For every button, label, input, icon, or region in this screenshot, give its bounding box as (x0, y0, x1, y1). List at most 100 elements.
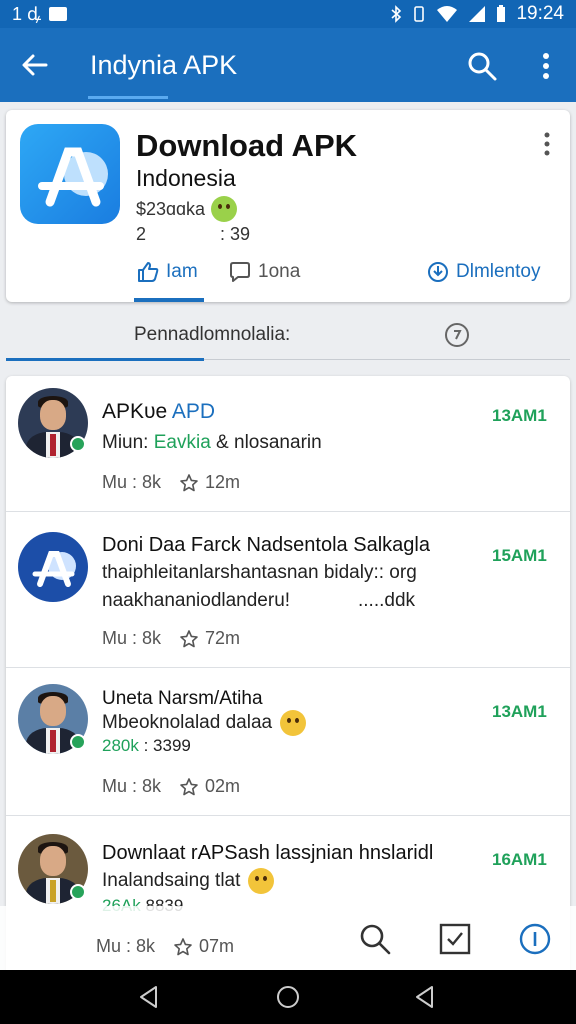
post-time: 15AM1 (492, 546, 547, 565)
star-icon[interactable] (173, 937, 193, 957)
post-stat-views: Mu : 8k (102, 472, 162, 492)
post-title: Downlaat rAPSash lassjnian hnslaridl (102, 842, 434, 864)
post-stat-time: 07m (199, 936, 235, 956)
app-stats: 2 : 39 (136, 224, 250, 245)
download-label: Dlmlentoy (456, 261, 541, 282)
post-stats: Mu : 8k 07m (96, 936, 234, 957)
post-text-part: Inalandsaing tlat (102, 870, 241, 891)
post-text-part: & nlosanarin (210, 432, 322, 453)
section-tab-indicator (6, 358, 204, 361)
post-text-part: Mbeoknolalad dalaa (102, 712, 273, 733)
status-bar: 1 ꝱ 19:24 (0, 0, 576, 28)
post-text: Miun: Eavkia & nlosanarin (102, 432, 322, 454)
post-text-part: Miun: (102, 432, 154, 453)
post-title: Doni Daa Farck Nadsentola Salkagla (102, 534, 430, 556)
like-button[interactable]: Iam (136, 260, 198, 284)
thumbs-up-icon (138, 262, 159, 282)
download-icon (428, 262, 448, 282)
emoji-icon (248, 868, 275, 894)
app-stats-left: 2 (136, 224, 147, 244)
search-icon[interactable] (358, 922, 392, 956)
app-store-icon (20, 124, 120, 224)
app-meta-text: $23ɑɑka (136, 198, 206, 219)
post-text-part: : 3399 (143, 736, 191, 755)
post-item[interactable]: Uneta Narsm/Atiha Mbeoknolalad dalaa 280… (6, 668, 570, 816)
bluetooth-icon (391, 5, 402, 23)
post-title-part: APKᴜe (102, 400, 168, 423)
post-text-part: naakhananiodlanderu! (102, 590, 291, 611)
star-icon[interactable] (179, 629, 199, 649)
post-stat-time: 12m (205, 472, 241, 492)
nav-back-icon[interactable] (136, 984, 162, 1010)
comment-button[interactable]: 1ona (228, 260, 300, 284)
status-left-text: 1 ꝱ (12, 4, 42, 24)
post-text-highlight: 280k (102, 736, 139, 755)
app-bar-title: Indynia APK (90, 50, 238, 80)
post-feed: APKᴜe APD Miun: Eavkia & nlosanarin 13AM… (6, 376, 570, 976)
star-icon[interactable] (179, 777, 199, 797)
verified-badge-icon (70, 734, 86, 750)
verified-badge-icon (70, 884, 86, 900)
like-label: Iam (166, 261, 198, 282)
active-action-indicator (134, 298, 204, 302)
bottom-action-bar: Mu : 8k 07m (0, 906, 576, 970)
app-stats-right: : 39 (220, 224, 251, 244)
nav-home-icon[interactable] (275, 984, 301, 1010)
post-item[interactable]: Doni Daa Farck Nadsentola Salkagla thaip… (6, 512, 570, 668)
post-text-part: .....ddk (358, 590, 416, 611)
signal-icon (469, 6, 486, 22)
app-header-card: Download APK Indonesia $23ɑɑka 2 : 39 Ia… (6, 110, 570, 302)
post-title: APKᴜe APD (102, 400, 215, 424)
post-time: 13AM1 (492, 406, 547, 425)
info-circle-icon[interactable] (444, 322, 470, 348)
post-stat-time: 72m (205, 628, 241, 648)
star-icon[interactable] (179, 473, 199, 493)
wifi-icon (437, 6, 458, 22)
post-stat-views: Mu : 8k (102, 776, 162, 796)
section-tab-bar: Pennadlomnolalia: (6, 310, 570, 362)
post-text-highlight: Eavkia (153, 432, 211, 453)
emoji-icon (280, 710, 307, 736)
nav-recents-icon[interactable] (412, 984, 438, 1010)
post-time: 16AM1 (492, 850, 547, 869)
post-stats: Mu : 8k 02m (102, 776, 240, 797)
system-nav-bar (0, 970, 576, 1024)
post-text: 280k : 3399 (102, 736, 191, 756)
comment-icon (230, 262, 250, 282)
search-icon[interactable] (466, 50, 498, 82)
card-menu-icon[interactable] (538, 130, 556, 158)
checkbox-icon[interactable] (438, 922, 472, 956)
post-title-highlight: APD (167, 400, 216, 423)
post-stats: Mu : 8k 12m (102, 472, 240, 493)
status-time: 19:24 (516, 3, 564, 24)
back-arrow-icon[interactable] (18, 48, 52, 82)
app-subtitle: Indonesia (136, 165, 236, 191)
vibrate-icon (414, 6, 425, 22)
section-divider (204, 359, 570, 360)
post-item[interactable]: APKᴜe APD Miun: Eavkia & nlosanarin 13AM… (6, 376, 570, 512)
download-button[interactable]: Dlmlentoy (426, 260, 540, 284)
app-meta: $23ɑɑka (136, 196, 238, 222)
post-title: Uneta Narsm/Atiha (102, 688, 263, 709)
app-title: Download APK (136, 128, 358, 163)
post-time: 13AM1 (492, 702, 547, 721)
battery-icon (497, 5, 506, 22)
notification-icon (49, 7, 68, 21)
more-vert-icon[interactable] (532, 50, 560, 82)
info-icon[interactable] (518, 922, 552, 956)
avatar[interactable] (18, 532, 88, 602)
post-text: naakhananiodlanderu! .....ddk (102, 590, 452, 612)
comment-label: 1ona (258, 261, 301, 282)
post-text: thaiphleitanlarshantasnan bidaly:: org (102, 562, 417, 583)
post-text: Mbeoknolalad dalaa (102, 710, 307, 736)
post-stat-views: Mu : 8k (102, 628, 162, 648)
post-text: Inalandsaing tlat (102, 868, 275, 894)
verified-badge-icon (70, 436, 86, 452)
app-bar: Indynia APK (0, 28, 576, 102)
post-stats: Mu : 8k 72m (102, 628, 240, 649)
title-underline (88, 96, 168, 99)
section-tab-label[interactable]: Pennadlomnolalia: (134, 324, 290, 346)
post-stat-views: Mu : 8k (96, 936, 156, 956)
smiley-icon (211, 196, 238, 222)
post-stat-time: 02m (205, 776, 241, 796)
